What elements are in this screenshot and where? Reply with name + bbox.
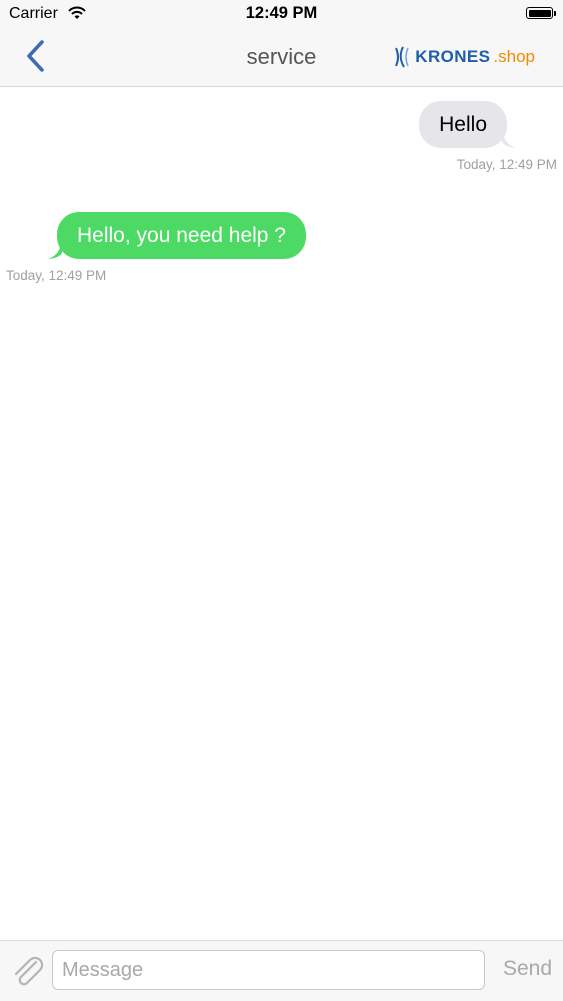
battery-level-fill <box>528 9 551 17</box>
battery-nub <box>554 11 556 16</box>
outgoing-message-bubble[interactable]: Hello <box>419 101 516 149</box>
krones-shop-logo: KRONES .shop <box>394 42 535 72</box>
bubble-tail <box>502 130 516 149</box>
bubble-tail <box>48 241 62 260</box>
attach-button[interactable] <box>10 953 44 989</box>
nav-bar: service KRONES .shop <box>0 28 563 87</box>
logo-brand-text: KRONES <box>415 47 491 66</box>
message-timestamp: Today, 12:49 PM <box>6 268 107 283</box>
status-bar: Carrier 12:49 PM <box>0 0 563 28</box>
send-button[interactable]: Send <box>503 957 552 981</box>
logo-suffix-text: .shop <box>493 47 535 66</box>
incoming-message-bubble[interactable]: Hello, you need help ? <box>48 212 306 260</box>
message-timestamp: Today, 12:49 PM <box>456 157 557 172</box>
message-input[interactable] <box>52 950 485 990</box>
message-text: Hello <box>439 113 487 136</box>
status-clock: 12:49 PM <box>245 4 318 22</box>
message-text: Hello, you need help ? <box>77 224 286 247</box>
message-composer: Send <box>0 940 563 1001</box>
krones-logo-mark-icon <box>395 46 409 68</box>
paperclip-icon <box>14 956 44 986</box>
battery-icon <box>526 7 556 19</box>
